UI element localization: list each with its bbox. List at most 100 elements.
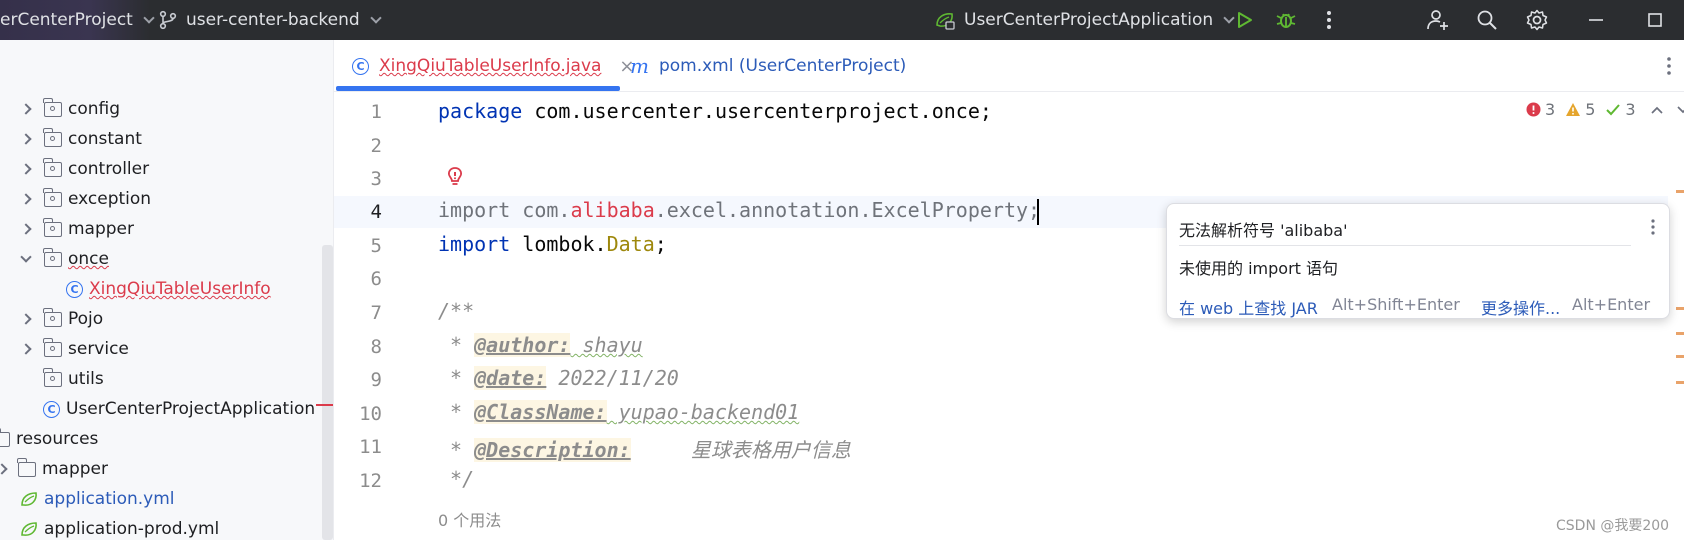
error-stripe-mark[interactable] (1676, 190, 1684, 193)
error-stripe-mark[interactable] (1676, 355, 1684, 358)
error-stripe-mark[interactable] (1676, 332, 1684, 335)
line-number: 2 (370, 135, 382, 157)
chevron-down-icon (143, 12, 155, 24)
tab-label: XingQiuTableUserInfo.java (379, 56, 602, 76)
intention-bulb[interactable] (447, 166, 463, 192)
tree-item-application-yml[interactable]: application.yml (20, 484, 175, 514)
chevron-down-icon (370, 12, 382, 24)
find-jar-on-web-link[interactable]: 在 web 上查找 JAR (1179, 295, 1318, 319)
error-stripe-mark[interactable] (1676, 307, 1684, 310)
tree-item-usercenterprojectapplication[interactable]: C UserCenterProjectApplication (43, 394, 315, 424)
debug-button[interactable] (1274, 8, 1298, 32)
more-actions-link[interactable]: 更多操作... (1481, 295, 1560, 319)
code-line-8[interactable]: * @author: shayu (438, 333, 643, 357)
line-number: 9 (370, 369, 382, 391)
tab-label: pom.xml (UserCenterProject) (658, 56, 907, 76)
java-class-icon: C (66, 280, 83, 298)
chevron-right-icon (20, 163, 32, 175)
tree-item-resources[interactable]: resources (0, 424, 98, 454)
project-selector[interactable]: erCenterProject (0, 0, 155, 40)
code-line-10[interactable]: * @ClassName: yupao-backend01 (438, 400, 799, 424)
chevron-right-icon (20, 343, 32, 355)
package-folder-icon (43, 217, 62, 237)
run-config-selector[interactable]: UserCenterProjectApplication (934, 0, 1235, 40)
inspection-widget[interactable]: 3 5 3 (1526, 100, 1684, 119)
active-tab-indicator (336, 86, 620, 91)
run-button[interactable] (1232, 8, 1256, 32)
more-vertical-icon (1327, 11, 1331, 29)
line-number: 1 (370, 101, 382, 123)
tree-item-xingqiutableuserinfo[interactable]: C XingQiuTableUserInfo (66, 274, 271, 304)
tree-item-exception[interactable]: exception (20, 184, 151, 214)
tree-item-label: resources (16, 429, 99, 449)
code-line-9[interactable]: * @date: 2022/11/20 (438, 366, 679, 390)
tree-item-config[interactable]: config (20, 94, 120, 124)
code-token: .excel.annotation.ExcelProperty; (654, 198, 1041, 222)
check-icon (1606, 104, 1621, 116)
line-number: 12 (359, 470, 382, 492)
line-number: 6 (370, 268, 382, 290)
code-token: ; (654, 232, 667, 256)
debug-bug-icon (1276, 13, 1296, 28)
more-vertical-icon (1667, 57, 1671, 75)
sidebar-scrollbar[interactable] (322, 245, 333, 540)
tab-xingqiutableuserinfo[interactable]: C XingQiuTableUserInfo.java × (352, 40, 635, 92)
code-token-keyword: import (438, 232, 511, 256)
tree-item-mapper-res[interactable]: mapper (0, 454, 108, 484)
tree-item-mapper[interactable]: mapper (20, 214, 134, 244)
code-line-1[interactable]: package com.usercenter.usercenterproject… (438, 99, 992, 123)
tree-item-application-prod-yml[interactable]: application-prod.yml (20, 514, 219, 540)
settings-button[interactable] (1525, 8, 1549, 32)
chevron-right-icon (20, 193, 32, 205)
run-icon (1238, 12, 1252, 28)
tree-item-label: mapper (42, 459, 109, 479)
tree-item-constant[interactable]: constant (20, 124, 142, 154)
chevron-up-icon[interactable] (1650, 105, 1664, 115)
tree-item-controller[interactable]: controller (20, 154, 149, 184)
code-token-annotation: Data (606, 232, 655, 256)
branch-selector[interactable]: user-center-backend (158, 0, 382, 40)
warning-count: 5 (1585, 100, 1596, 119)
line-number: 10 (359, 403, 382, 425)
error-stripe-mark[interactable] (1676, 381, 1684, 384)
chevron-down-icon[interactable] (1676, 105, 1684, 115)
usages-hint[interactable]: 0 个用法 (438, 507, 501, 531)
find-jar-shortcut: Alt+Shift+Enter (1332, 295, 1460, 314)
ok-count: 3 (1625, 100, 1636, 119)
maximize-button[interactable] (1643, 8, 1667, 32)
tab-pom-xml[interactable]: m pom.xml (UserCenterProject) (630, 40, 906, 92)
tab-options-button[interactable] (1666, 56, 1672, 80)
javadoc-tag: @author: (474, 333, 571, 357)
more-actions-button[interactable] (1317, 8, 1341, 32)
code-line-12[interactable]: */ (438, 467, 474, 491)
code-line-11[interactable]: * @Description: 星球表格用户信息 (438, 434, 851, 463)
error-tooltip-popup: 无法解析符号 'alibaba' 未使用的 import 语句 在 web 上查… (1166, 203, 1670, 319)
add-user-icon (1427, 10, 1448, 30)
line-number: 4 (370, 201, 382, 223)
tree-item-service[interactable]: service (20, 334, 129, 364)
spring-yml-icon (21, 492, 37, 506)
search-button[interactable] (1475, 8, 1499, 32)
code-line-4[interactable]: import com.alibaba.excel.annotation.Exce… (438, 198, 1040, 222)
code-line-5[interactable]: import lombok.Data; (438, 232, 667, 256)
package-folder-icon (43, 337, 62, 357)
line-number: 8 (370, 336, 382, 358)
java-class-icon: C (352, 57, 369, 75)
code-with-me-button[interactable] (1426, 8, 1450, 32)
javadoc-tag: @date: (474, 366, 547, 390)
popup-title: 无法解析符号 'alibaba' (1179, 221, 1348, 240)
chevron-right-icon (20, 223, 32, 235)
code-token: * (438, 438, 475, 462)
tree-item-label: once (68, 249, 109, 269)
popup-options-button[interactable] (1650, 218, 1656, 240)
tree-item-label: XingQiuTableUserInfo (89, 279, 271, 299)
tree-item-pojo[interactable]: Pojo (20, 304, 103, 334)
minimize-button[interactable] (1584, 8, 1608, 32)
tree-item-label: constant (68, 129, 142, 149)
tree-item-once[interactable]: once (20, 244, 109, 274)
code-token: * (438, 366, 475, 390)
package-folder-icon (43, 127, 62, 147)
code-line-7[interactable]: /** (438, 299, 474, 323)
tree-item-label: utils (68, 369, 104, 389)
tree-item-utils[interactable]: utils (43, 364, 104, 394)
